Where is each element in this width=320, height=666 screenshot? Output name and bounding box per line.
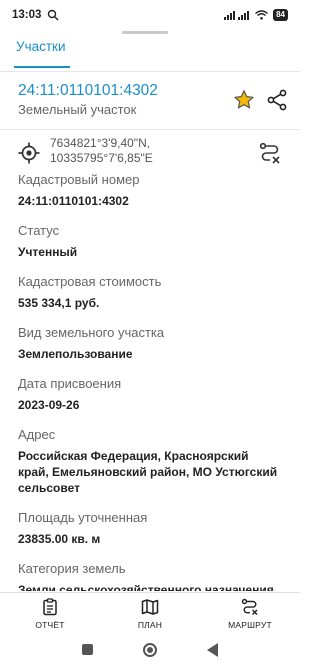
status-time: 13:03 bbox=[12, 9, 42, 21]
parcel-type: Земельный участок bbox=[18, 102, 137, 117]
field-label: Категория земель bbox=[18, 561, 126, 576]
field-value: 24:11:0110101:4302 bbox=[18, 194, 129, 208]
signal-icon bbox=[224, 11, 250, 20]
parcel-details-list: Кадастровый номер 24:11:0110101:4302 Ста… bbox=[0, 166, 300, 591]
coordinates-text[interactable]: 7634821°3'9,40"N, 10335795°7'6,85"E bbox=[50, 136, 153, 166]
field-land-category: Категория земель Земли сельскохозяйствен… bbox=[0, 555, 300, 591]
field-label: Кадастровая стоимость bbox=[18, 274, 162, 289]
nav-plan-label: ПЛАН bbox=[137, 620, 163, 630]
field-label: Дата присвоения bbox=[18, 376, 122, 391]
recents-icon[interactable] bbox=[82, 644, 93, 655]
field-label: Статус bbox=[18, 223, 60, 238]
nav-plan-button[interactable]: ПЛАН bbox=[100, 593, 200, 632]
field-value: Российская Федерация, Красноярский край,… bbox=[18, 449, 278, 495]
field-parcel-kind: Вид земельного участка Землепользование bbox=[0, 319, 300, 362]
tab-indicator bbox=[14, 66, 70, 68]
nav-report-label: ОТЧЁТ bbox=[35, 620, 65, 630]
coordinate-lat: 7634821°3'9,40"N, bbox=[50, 136, 151, 150]
field-label: Адрес bbox=[18, 427, 56, 442]
parcel-number: 24:11:0110101:4302 bbox=[18, 82, 158, 99]
back-icon[interactable] bbox=[207, 642, 218, 657]
field-value: 23835.00 кв. м bbox=[18, 532, 101, 546]
system-navigation bbox=[0, 633, 300, 666]
field-value: 2023-09-26 bbox=[18, 398, 80, 412]
field-label: Площадь уточненная bbox=[18, 510, 148, 525]
battery-icon: 84 bbox=[273, 9, 288, 21]
coordinate-lon: 10335795°7'6,85"E bbox=[50, 151, 153, 165]
field-cadastral-value: Кадастровая стоимость 535 334,1 руб. bbox=[0, 268, 300, 311]
location-target-icon[interactable] bbox=[18, 142, 40, 164]
favorite-star-icon[interactable] bbox=[232, 88, 256, 112]
route-clear-icon[interactable] bbox=[258, 141, 282, 165]
bottom-navigation: ОТЧЁТ ПЛАН МАРШРУТ bbox=[0, 592, 300, 632]
nav-report-button[interactable]: ОТЧЁТ bbox=[0, 593, 100, 632]
parcel-header: 24:11:0110101:4302 Земельный участок bbox=[0, 72, 300, 130]
field-cadastral-number: Кадастровый номер 24:11:0110101:4302 bbox=[0, 166, 300, 209]
field-value: Учтенный bbox=[18, 245, 78, 259]
tab-parcels[interactable]: Участки bbox=[16, 39, 66, 54]
sheet-drag-handle[interactable] bbox=[122, 31, 168, 34]
field-address: Адрес Российская Федерация, Красноярский… bbox=[0, 421, 300, 496]
nav-route-button[interactable]: МАРШРУТ bbox=[200, 593, 300, 632]
field-value: 535 334,1 руб. bbox=[18, 296, 100, 310]
wifi-icon bbox=[255, 10, 269, 20]
home-icon[interactable] bbox=[143, 642, 157, 657]
nav-route-label: МАРШРУТ bbox=[228, 620, 272, 630]
route-icon bbox=[241, 598, 258, 615]
status-bar: 13:03 84 bbox=[0, 0, 300, 30]
tab-bar: Участки bbox=[0, 30, 300, 72]
field-area: Площадь уточненная 23835.00 кв. м bbox=[0, 504, 300, 547]
status-indicators: 84 bbox=[224, 9, 288, 21]
field-label: Кадастровый номер bbox=[18, 172, 140, 187]
field-status: Статус Учтенный bbox=[0, 217, 300, 260]
field-assignment-date: Дата присвоения 2023-09-26 bbox=[0, 370, 300, 413]
search-icon bbox=[48, 9, 59, 21]
field-value: Земли сельскохозяйственного назначения bbox=[18, 583, 274, 591]
share-icon[interactable] bbox=[265, 88, 289, 112]
clipboard-icon bbox=[43, 598, 57, 616]
field-label: Вид земельного участка bbox=[18, 325, 165, 340]
map-icon bbox=[141, 599, 159, 615]
field-value: Землепользование bbox=[18, 347, 133, 361]
